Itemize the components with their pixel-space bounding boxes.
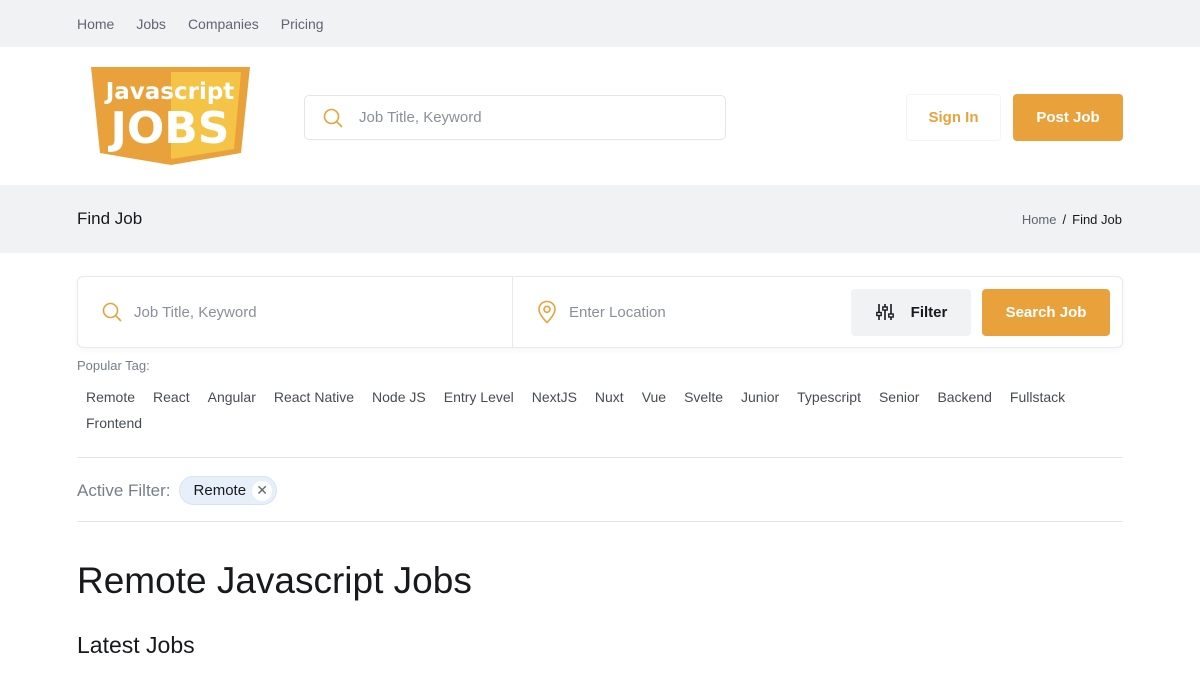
active-filter-chip: Remote ✕ (178, 476, 278, 505)
breadcrumb-separator: / (1062, 211, 1067, 227)
header-search-box (304, 95, 726, 140)
nav-pricing-link[interactable]: Pricing (281, 16, 324, 32)
post-job-button[interactable]: Post Job (1013, 94, 1123, 141)
page-title-bar: Find Job Home / Find Job (0, 185, 1200, 253)
search-icon (323, 108, 343, 127)
tag-svelte[interactable]: Svelte (675, 384, 732, 410)
keyword-field (78, 277, 513, 347)
breadcrumb: Home / Find Job (1022, 212, 1122, 227)
page-title: Find Job (77, 209, 143, 228)
breadcrumb-home-link[interactable]: Home (1022, 212, 1057, 227)
header-search-input[interactable] (359, 109, 699, 126)
tag-react-native[interactable]: React Native (265, 384, 363, 410)
section-divider (77, 457, 1123, 458)
keyword-input[interactable] (134, 303, 414, 321)
tag-fullstack[interactable]: Fullstack (1001, 384, 1074, 410)
sign-in-button[interactable]: Sign In (906, 94, 1001, 141)
filter-button[interactable]: Filter (851, 288, 971, 336)
location-input[interactable] (569, 303, 849, 321)
site-logo[interactable]: Javascript JOBS (91, 67, 250, 165)
map-pin-icon (538, 300, 556, 324)
tag-entry-level[interactable]: Entry Level (435, 384, 523, 410)
tag-junior[interactable]: Junior (732, 384, 788, 410)
tag-frontend[interactable]: Frontend (77, 410, 151, 436)
latest-jobs-heading: Latest Jobs (77, 632, 195, 658)
tag-react[interactable]: React (144, 384, 199, 410)
tag-remote[interactable]: Remote (77, 384, 144, 410)
tag-node-js[interactable]: Node JS (363, 384, 435, 410)
job-search-bar: Filter Search Job (77, 276, 1123, 348)
logo-badge-icon: Javascript JOBS (91, 67, 250, 165)
breadcrumb-current: Find Job (1072, 211, 1122, 227)
results-heading: Remote Javascript Jobs (77, 560, 472, 601)
tag-typescript[interactable]: Typescript (788, 384, 870, 410)
popular-tag-list: Remote React Angular React Native Node J… (77, 384, 1123, 436)
search-job-button[interactable]: Search Job (982, 288, 1110, 336)
nav-home-link[interactable]: Home (77, 16, 114, 32)
top-nav: Home Jobs Companies Pricing (0, 0, 1200, 47)
logo-line2: JOBS (107, 103, 229, 154)
tag-nextjs[interactable]: NextJS (523, 384, 586, 410)
location-field (513, 277, 851, 347)
active-filter-row: Active Filter: Remote ✕ (77, 476, 278, 505)
popular-tag-label: Popular Tag: (77, 358, 150, 373)
active-filter-chip-label: Remote (193, 482, 247, 499)
tag-nuxt[interactable]: Nuxt (586, 384, 633, 410)
nav-jobs-link[interactable]: Jobs (136, 16, 166, 32)
section-divider (77, 521, 1123, 522)
tag-angular[interactable]: Angular (199, 384, 265, 410)
tag-senior[interactable]: Senior (870, 384, 928, 410)
logo-line1: Javascript (104, 79, 235, 105)
sliders-icon (875, 304, 894, 320)
filter-button-label: Filter (910, 303, 948, 321)
nav-companies-link[interactable]: Companies (188, 16, 259, 32)
tag-vue[interactable]: Vue (633, 384, 675, 410)
tag-backend[interactable]: Backend (928, 384, 1000, 410)
close-icon[interactable]: ✕ (252, 480, 273, 501)
site-header: Javascript JOBS Sign In Post Job (0, 47, 1200, 185)
search-icon (102, 302, 122, 322)
active-filter-label: Active Filter: (77, 480, 171, 500)
